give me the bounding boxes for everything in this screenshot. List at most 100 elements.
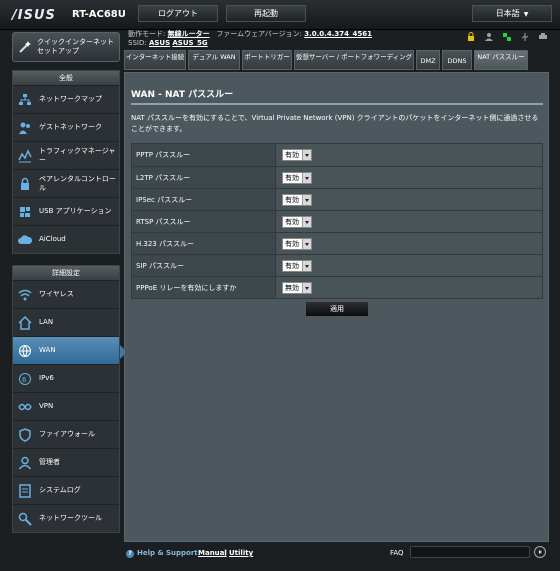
language-select[interactable]: 日本語 ▼ [472,5,552,22]
sidebar-item-usb-app[interactable]: USB アプリケーション [13,197,119,225]
footer: ? Help & Support Manual | Utility FAQ [124,545,556,563]
row-label: RTSP パススルー [132,211,276,232]
logout-button[interactable]: ログアウト [138,5,218,22]
status-line-ssid: SSID: ASUS ASUS_5G [128,39,208,47]
wand-icon [19,41,31,53]
table-row: PPTP パススルー 有効 [132,144,542,166]
utility-link[interactable]: Utility [229,549,253,557]
sidebar-item-label: トラフィックマネージャー [39,146,116,164]
sidebar-item-label: システムログ [39,486,81,494]
select-value: 有効 [285,174,299,182]
tab-nat-passthrough[interactable]: NAT パススルー [474,50,528,70]
chevron-down-icon [302,239,311,249]
sidebar-item-label: ゲストネットワーク [39,123,102,131]
wireless-icon [18,289,32,301]
op-mode-link[interactable]: 無線ルーター [168,30,210,38]
row-value-cell: 有効 [276,144,542,166]
reboot-button[interactable]: 再起動 [226,5,306,22]
row-label: PPPoE リレーを有効にしますか [132,277,276,298]
sidebar-item-firewall[interactable]: ファイアウォール [13,420,119,448]
row-label: SIP パススルー [132,255,276,276]
tab-bar: インターネット接続 デュアル WAN ポートトリガー 仮想サーバー / ポートフ… [124,50,528,70]
sidebar-item-ipv6[interactable]: 6 IPv6 [13,364,119,392]
sip-select[interactable]: 有効 [282,260,312,272]
model-name: RT-AC68U [72,9,126,20]
pptp-select[interactable]: 有効 [282,149,312,161]
op-mode-label: 動作モード: [128,30,166,38]
sidebar-item-system-log[interactable]: システムログ [13,476,119,504]
sidebar-item-vpn[interactable]: VPN [13,392,119,420]
row-value-cell: 無効 [276,277,542,298]
tab-dual-wan[interactable]: デュアル WAN [188,50,240,70]
sidebar-item-label: ファイアウォール [39,430,95,438]
ipsec-select[interactable]: 有効 [282,194,312,206]
manual-link[interactable]: Manual [198,549,227,557]
ssid-2g[interactable]: ASUS [149,39,170,47]
quick-setup-button[interactable]: クイックインターネットセットアップ [12,32,120,62]
tab-virtual-server[interactable]: 仮想サーバー / ポートフォワーディング [294,50,414,70]
language-label: 日本語 [495,9,520,18]
users-icon[interactable] [484,32,494,42]
tab-port-trigger[interactable]: ポートトリガー [242,50,292,70]
sidebar-item-aicloud[interactable]: AiCloud [13,225,119,253]
faq-go-icon[interactable] [534,546,546,558]
table-row: SIP パススルー 有効 [132,254,542,276]
page-title: WAN - NAT パススルー [131,90,234,100]
sidebar-item-lan[interactable]: LAN [13,308,119,336]
rtsp-select[interactable]: 有効 [282,216,312,228]
sidebar-item-label: ネットワークマップ [39,95,102,103]
sidebar-item-wan[interactable]: WAN [13,336,119,364]
quick-setup-label: クイックインターネットセットアップ [37,38,114,55]
pppoe-relay-select[interactable]: 無効 [282,282,312,294]
network-status-icon[interactable] [502,32,512,42]
home-icon [18,316,32,330]
row-value-cell: 有効 [276,167,542,188]
ipv6-icon: 6 [19,373,31,385]
table-row: L2TP パススルー 有効 [132,166,542,188]
firmware-label: ファームウェアバージョン: [216,30,303,38]
title-divider [131,103,543,105]
globe-icon [19,345,31,358]
chevron-down-icon [302,150,311,160]
network-tools-icon [18,512,32,526]
tab-internet[interactable]: インターネット接続 [124,50,186,70]
row-label: IPSec パススルー [132,189,276,210]
sidebar-item-wireless[interactable]: ワイヤレス [13,280,119,308]
sidebar-item-network-map[interactable]: ネットワークマップ [13,85,119,113]
help-icon: ? [126,550,134,558]
sidebar-item-guest-network[interactable]: ゲストネットワーク [13,113,119,141]
sidebar-item-network-tools[interactable]: ネットワークツール [13,504,119,532]
firmware-link[interactable]: 3.0.0.4.374_4561 [304,30,372,38]
tab-dmz[interactable]: DMZ [416,50,440,70]
sidebar-item-label: LAN [39,318,54,326]
table-row: PPPoE リレーを有効にしますか 無効 [132,276,542,298]
sidebar-item-parental-control[interactable]: ペアレンタルコントロール [13,169,119,197]
apply-button[interactable]: 適用 [305,301,369,317]
l2tp-select[interactable]: 有効 [282,172,312,184]
content-panel: WAN - NAT パススルー NAT パススルーを有効にすることで、Virtu… [124,72,549,542]
row-value-cell: 有効 [276,233,542,254]
guest-network-icon [19,122,30,134]
sidebar-item-label: 管理者 [39,458,60,466]
select-value: 有効 [285,151,299,159]
table-row: IPSec パススルー 有効 [132,188,542,210]
shield-icon [19,428,31,442]
chevron-down-icon [302,195,311,205]
row-label: H.323 パススルー [132,233,276,254]
lock-icon[interactable] [466,32,476,42]
chevron-down-icon [302,261,311,271]
ssid-5g[interactable]: ASUS_5G [172,39,207,47]
faq-search-input[interactable] [410,546,530,558]
tab-ddns[interactable]: DDNS [442,50,472,70]
help-support-link[interactable]: ? Help & Support [126,549,198,558]
page-description: NAT パススルーを有効にすることで、Virtual Private Netwo… [131,114,539,133]
sidebar-item-admin[interactable]: 管理者 [13,448,119,476]
sidebar-item-traffic-manager[interactable]: トラフィックマネージャー [13,141,119,169]
usb-icon[interactable] [520,32,530,42]
sidebar-item-label: IPv6 [39,374,54,382]
system-log-icon [19,484,31,498]
chevron-down-icon: ▼ [523,11,529,18]
table-row: H.323 パススルー 有効 [132,232,542,254]
h323-select[interactable]: 有効 [282,238,312,250]
printer-icon[interactable] [538,32,548,42]
